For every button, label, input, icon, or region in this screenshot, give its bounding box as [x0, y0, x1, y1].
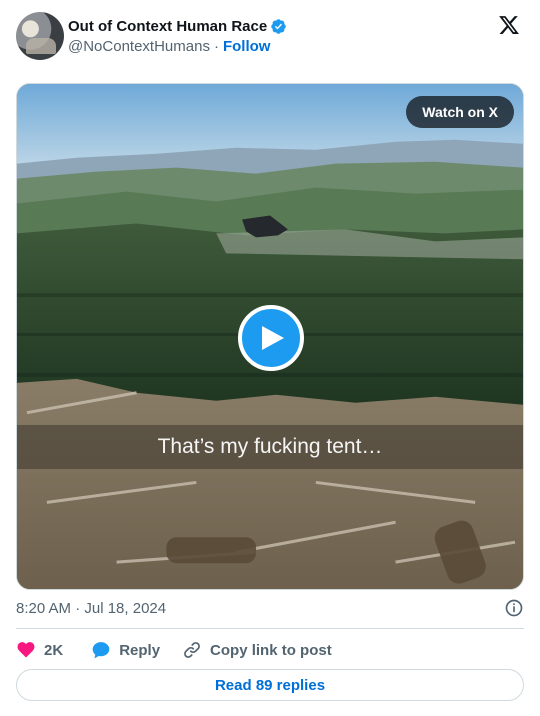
avatar[interactable] [16, 12, 64, 60]
play-icon [262, 326, 284, 350]
video-player[interactable]: Watch on X That’s my fucking tent… [16, 83, 524, 590]
copy-link-button[interactable]: Copy link to post [182, 640, 332, 660]
embedded-post-card: Out of Context Human Race @NoContextHuma… [0, 0, 540, 716]
author-name-row: Out of Context Human Race [68, 16, 287, 36]
watch-on-x-button[interactable]: Watch on X [406, 96, 514, 128]
like-button[interactable]: 2K [16, 640, 63, 660]
author-handle[interactable]: @NoContextHumans [68, 38, 210, 55]
post-actions: 2K Reply Copy link to post [16, 638, 524, 662]
like-count: 2K [44, 641, 64, 659]
separator-dot: · [213, 37, 219, 55]
info-icon[interactable] [504, 598, 524, 618]
author-handle-row: @NoContextHumans · Follow [68, 37, 270, 55]
post-header: Out of Context Human Race @NoContextHuma… [16, 12, 524, 60]
play-button[interactable] [238, 305, 304, 371]
reply-bubble-icon [92, 642, 110, 659]
x-logo-icon[interactable] [498, 14, 520, 36]
video-caption: That’s my fucking tent… [17, 425, 523, 469]
reply-button[interactable]: Reply [91, 640, 160, 660]
author-display-name[interactable]: Out of Context Human Race [68, 18, 267, 35]
heart-icon [17, 642, 35, 658]
post-timestamp[interactable]: 8:20 AM · Jul 18, 2024 [16, 600, 166, 617]
read-replies-button[interactable]: Read 89 replies [16, 669, 524, 701]
divider [16, 628, 524, 629]
verified-badge-icon [271, 18, 286, 34]
link-icon [184, 642, 200, 658]
follow-button[interactable]: Follow [223, 38, 271, 55]
copy-link-label: Copy link to post [210, 641, 332, 659]
reply-label: Reply [119, 641, 161, 659]
post-meta: 8:20 AM · Jul 18, 2024 [16, 598, 524, 618]
